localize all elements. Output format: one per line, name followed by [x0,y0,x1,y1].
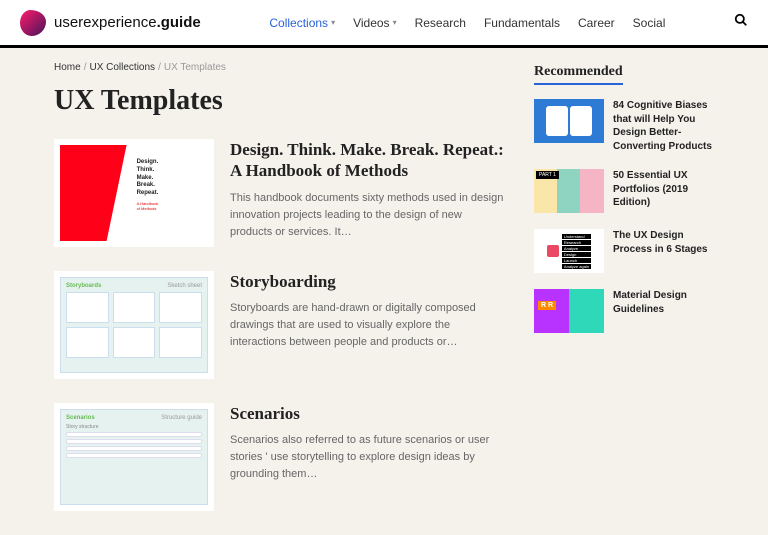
brand-text: userexperience.guide [54,14,201,31]
breadcrumb: Home/UX Collections/UX Templates [54,62,504,73]
logo-icon [20,10,46,36]
breadcrumb-collections[interactable]: UX Collections [89,62,155,73]
post-description: This handbook documents sixty methods us… [230,190,504,241]
chevron-down-icon: ▾ [331,18,335,27]
post-title[interactable]: Scenarios [230,403,504,424]
nav-research[interactable]: Research [415,16,466,30]
recommended-item[interactable]: 50 Essential UX Portfolios (2019 Edition… [534,169,714,213]
chevron-down-icon: ▾ [393,18,397,27]
post-description: Scenarios also referred to as future sce… [230,432,504,483]
post-thumbnail[interactable]: ScenariosStructure guideStory structure [54,403,214,511]
nav-career[interactable]: Career [578,16,615,30]
post-title[interactable]: Storyboarding [230,271,504,292]
breadcrumb-current: UX Templates [164,62,226,73]
nav-fundamentals[interactable]: Fundamentals [484,16,560,30]
primary-nav: Collections▾ Videos▾ Research Fundamenta… [269,16,665,30]
recommended-thumbnail [534,169,604,213]
recommended-item[interactable]: UnderstandResearchAnalyzeDesignLaunchAna… [534,229,714,273]
recommended-title: 84 Cognitive Biases that will Help You D… [613,99,714,153]
post-thumbnail[interactable]: Design. Think. Make. Break. Repeat.A Han… [54,139,214,247]
sidebar: Recommended 84 Cognitive Biases that wil… [534,62,714,535]
post-title[interactable]: Design. Think. Make. Break. Repeat.: A H… [230,139,504,182]
breadcrumb-home[interactable]: Home [54,62,81,73]
post-item: Design. Think. Make. Break. Repeat.A Han… [54,139,504,247]
post-item: StoryboardsSketch sheet Storyboarding St… [54,271,504,379]
post-item: ScenariosStructure guideStory structure … [54,403,504,511]
recommended-thumbnail [534,99,604,143]
recommended-item[interactable]: 84 Cognitive Biases that will Help You D… [534,99,714,153]
recommended-title: 50 Essential UX Portfolios (2019 Edition… [613,169,714,213]
page-title: UX Templates [54,85,504,117]
recommended-thumbnail [534,289,604,333]
recommended-title: Material Design Guidelines [613,289,714,333]
nav-collections[interactable]: Collections▾ [269,16,335,30]
post-thumbnail[interactable]: StoryboardsSketch sheet [54,271,214,379]
sidebar-heading: Recommended [534,64,623,85]
recommended-title: The UX Design Process in 6 Stages [613,229,714,273]
top-navbar: userexperience.guide Collections▾ Videos… [0,0,768,48]
nav-videos[interactable]: Videos▾ [353,16,397,30]
nav-social[interactable]: Social [633,16,666,30]
recommended-item[interactable]: Material Design Guidelines [534,289,714,333]
search-icon[interactable] [734,13,748,32]
post-description: Storyboards are hand-drawn or digitally … [230,300,504,351]
main-content: Home/UX Collections/UX Templates UX Temp… [54,62,504,535]
recommended-thumbnail: UnderstandResearchAnalyzeDesignLaunchAna… [534,229,604,273]
brand[interactable]: userexperience.guide [20,10,201,36]
